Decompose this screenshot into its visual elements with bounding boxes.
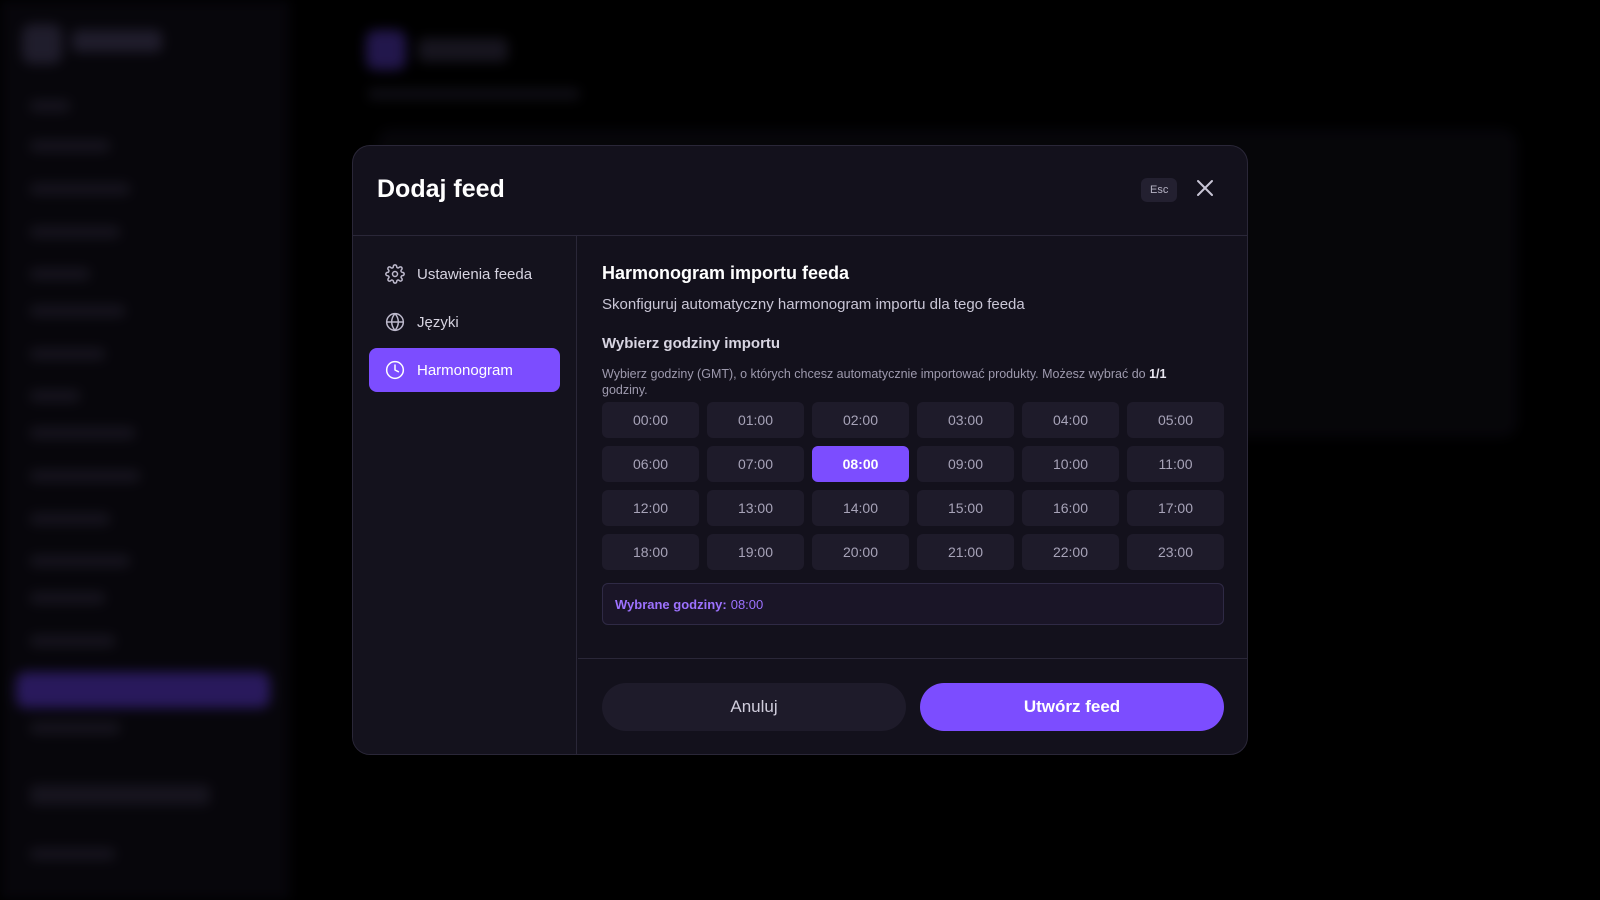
hour-option-button[interactable]: 18:00 — [602, 534, 699, 570]
clock-icon — [385, 360, 405, 380]
background-nav-line — [30, 427, 135, 439]
sidebar-item-schedule[interactable]: Harmonogram — [369, 348, 560, 392]
hour-option-button[interactable]: 23:00 — [1127, 534, 1224, 570]
globe-icon — [385, 312, 405, 332]
sidebar-item-label: Harmonogram — [417, 361, 513, 379]
background-nav-line — [30, 390, 80, 402]
hour-option-button[interactable]: 02:00 — [812, 402, 909, 438]
close-icon — [1196, 179, 1214, 201]
hour-option-button[interactable]: 05:00 — [1127, 402, 1224, 438]
background-nav-line — [30, 183, 130, 195]
hour-option-button[interactable]: 07:00 — [707, 446, 804, 482]
background-logo-text — [72, 30, 162, 52]
hour-option-button[interactable]: 20:00 — [812, 534, 909, 570]
schedule-panel: Harmonogram importu feeda Skonfiguruj au… — [578, 236, 1247, 656]
background-nav-line — [30, 592, 105, 604]
background-sidebar — [0, 0, 290, 900]
background-nav-line — [30, 513, 110, 525]
sidebar-item-label: Ustawienia feeda — [417, 265, 533, 283]
hint-text: Wybierz godziny (GMT), o których chcesz … — [602, 367, 1146, 381]
hint-suffix: godziny. — [602, 383, 648, 397]
background-nav-line — [30, 140, 110, 152]
selected-hours-value: 08:00 — [730, 596, 764, 612]
background-logo — [22, 24, 62, 64]
close-button[interactable] — [1191, 176, 1219, 204]
hour-option-button[interactable]: 06:00 — [602, 446, 699, 482]
hour-option-button[interactable]: 11:00 — [1127, 446, 1224, 482]
selected-hours-label: Wybrane godziny: — [615, 596, 727, 612]
sidebar-item-languages[interactable]: Języki — [369, 300, 560, 344]
background-nav-active — [16, 672, 270, 708]
hour-option-button[interactable]: 10:00 — [1022, 446, 1119, 482]
background-header-title — [418, 38, 508, 62]
hour-option-button[interactable]: 00:00 — [602, 402, 699, 438]
modal-footer: Anuluj Utwórz feed — [578, 658, 1247, 754]
hour-option-button[interactable]: 13:00 — [707, 490, 804, 526]
hour-option-button[interactable]: 14:00 — [812, 490, 909, 526]
hour-option-button[interactable]: 17:00 — [1127, 490, 1224, 526]
background-nav-line — [30, 635, 115, 647]
pick-hours-hint: Wybierz godziny (GMT), o których chcesz … — [602, 366, 1212, 398]
hour-option-button[interactable]: 03:00 — [917, 402, 1014, 438]
create-feed-button[interactable]: Utwórz feed — [920, 683, 1224, 731]
hour-option-button[interactable]: 19:00 — [707, 534, 804, 570]
background-nav-line — [30, 555, 130, 567]
section-subtitle: Skonfiguruj automatyczny harmonogram imp… — [602, 296, 1025, 313]
modal-header: Dodaj feed Esc — [353, 146, 1247, 236]
background-nav-line — [30, 305, 125, 317]
sidebar-item-label: Języki — [417, 313, 459, 331]
background-nav-line — [30, 722, 120, 734]
background-nav-line — [30, 348, 105, 360]
hour-option-button[interactable]: 09:00 — [917, 446, 1014, 482]
background-header-icon — [366, 30, 406, 70]
hour-option-button[interactable]: 16:00 — [1022, 490, 1119, 526]
background-nav-line — [30, 100, 70, 112]
hour-option-button[interactable]: 21:00 — [917, 534, 1014, 570]
background-user-block — [30, 785, 210, 805]
selected-hours-box: Wybrane godziny: 08:00 — [602, 583, 1224, 625]
hour-option-button[interactable]: 22:00 — [1022, 534, 1119, 570]
cancel-button[interactable]: Anuluj — [602, 683, 906, 731]
sidebar-item-feed-settings[interactable]: Ustawienia feeda — [369, 252, 560, 296]
hour-option-button[interactable]: 01:00 — [707, 402, 804, 438]
pick-hours-title: Wybierz godziny importu — [602, 335, 781, 352]
hour-option-button[interactable]: 12:00 — [602, 490, 699, 526]
background-nav-line — [30, 226, 120, 238]
hours-grid: 00:00 01:00 02:00 03:00 04:00 05:00 06:00 07:00… — [602, 402, 1224, 570]
section-title: Harmonogram importu feeda — [602, 263, 850, 283]
esc-key-badge: Esc — [1141, 178, 1178, 202]
gear-icon — [385, 264, 405, 284]
modal-sidebar: Ustawienia feeda Języki Harmonogram — [353, 236, 577, 754]
hour-option-button[interactable]: 08:00 — [812, 446, 909, 482]
add-feed-modal: Dodaj feed Esc Ustawienia feeda Języki H… — [352, 145, 1248, 755]
background-nav-line — [30, 848, 115, 860]
hour-option-button[interactable]: 15:00 — [917, 490, 1014, 526]
background-header-subtitle — [368, 88, 580, 100]
hour-option-button[interactable]: 04:00 — [1022, 402, 1119, 438]
hint-limit: 1/1 — [1149, 367, 1167, 381]
background-nav-line — [30, 268, 90, 280]
background-nav-line — [30, 470, 140, 482]
modal-title: Dodaj feed — [377, 175, 505, 203]
